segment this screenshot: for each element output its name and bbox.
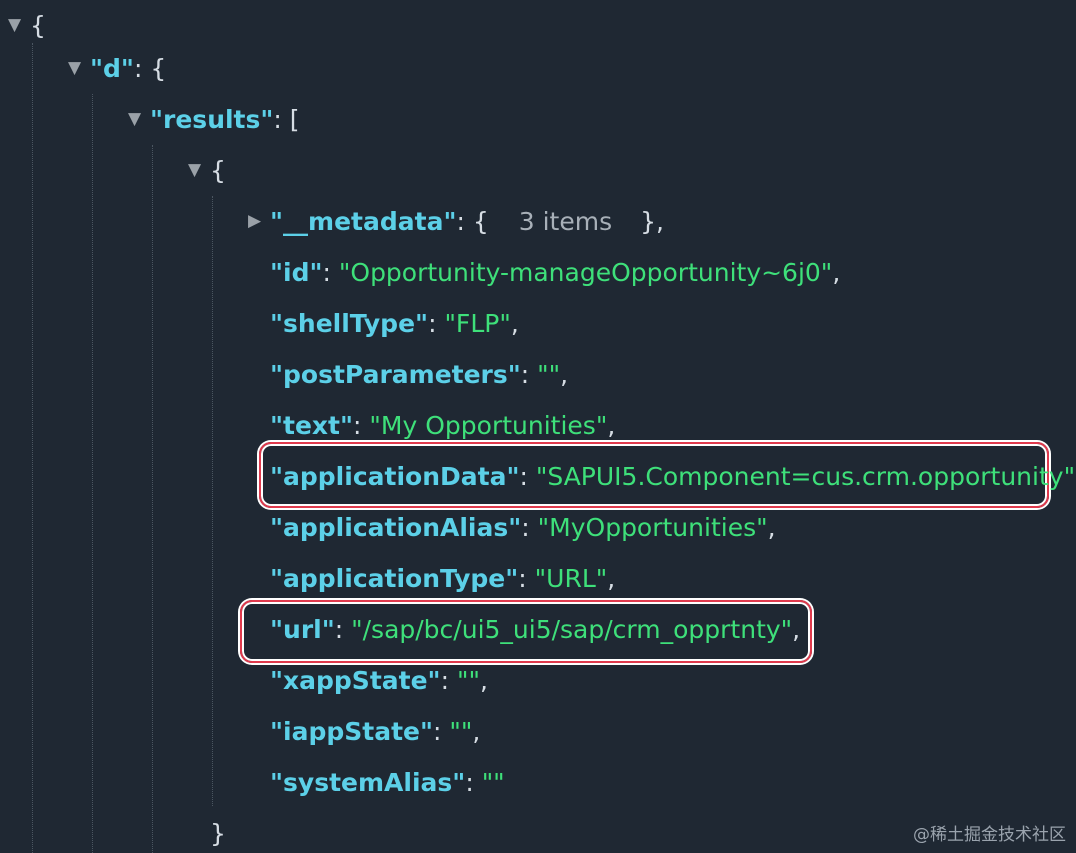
indent-guide [152, 145, 153, 853]
caret-down-icon[interactable]: ▼ [68, 43, 90, 94]
tree-node-item[interactable]: ▼{ [188, 145, 226, 196]
tree-node-root[interactable]: ▼{ [8, 0, 46, 51]
comma: , [607, 411, 616, 440]
tree-node-d[interactable]: ▼ "d": { [68, 43, 166, 94]
json-field-url: "url": "/sap/bc/ui5_ui5/sap/crm_opprtnty… [270, 604, 800, 655]
json-value: "" [449, 717, 473, 746]
separator: : [428, 309, 445, 338]
indent-guide [32, 43, 33, 853]
json-field-applicationalias: "applicationAlias": "MyOpportunities", [270, 502, 776, 553]
json-value: "FLP" [444, 309, 511, 338]
json-key: "id" [270, 258, 323, 287]
json-value: "" [481, 768, 505, 797]
separator: : [456, 207, 473, 236]
separator: : [353, 411, 370, 440]
brace-open: { [30, 11, 46, 40]
json-key: "iappState" [270, 717, 434, 746]
separator: : [334, 615, 352, 644]
json-field-id: "id": "Opportunity-manageOpportunity~6j0… [270, 247, 840, 298]
collapsed-count[interactable]: 3 items [489, 207, 640, 236]
separator: : [520, 360, 538, 389]
tree-node-results[interactable]: ▼ "results": [ [128, 94, 300, 145]
comma: , [560, 360, 569, 389]
separator: : [519, 462, 536, 491]
json-field-iappstate: "iappState": "", [270, 706, 480, 757]
json-key: "url" [270, 615, 335, 644]
json-key: "shellType" [270, 309, 429, 338]
json-value: "" [456, 666, 480, 695]
json-field-text: "text": "My Opportunities", [270, 400, 615, 451]
json-key: "d" [90, 54, 134, 83]
json-key: "applicationType" [270, 564, 519, 593]
json-field-systemalias: "systemAlias": "" [270, 757, 505, 808]
json-value: "/sap/bc/ui5_ui5/sap/crm_opprtnty" [351, 615, 793, 644]
comma: , [767, 513, 776, 542]
comma: , [510, 309, 519, 338]
comma: , [832, 258, 841, 287]
watermark: @稀土掘金技术社区 [913, 825, 1066, 845]
json-field-applicationtype: "applicationType": "URL", [270, 553, 615, 604]
json-key: "applicationAlias" [270, 513, 522, 542]
bracket-open: [ [289, 105, 300, 134]
json-key: "text" [270, 411, 354, 440]
separator: : [440, 666, 457, 695]
separator: : [433, 717, 450, 746]
json-value: "" [537, 360, 561, 389]
json-field-applicationdata: "applicationData": "SAPUI5.Component=cus… [270, 451, 1076, 502]
separator: : [133, 54, 151, 83]
caret-right-icon[interactable]: ▶ [248, 196, 270, 247]
brace-open: { [210, 156, 226, 185]
comma: , [792, 615, 801, 644]
brace-open: { [150, 54, 167, 83]
caret-down-icon[interactable]: ▼ [188, 145, 210, 196]
json-key: "xappState" [270, 666, 441, 695]
separator: : [322, 258, 339, 287]
json-key: "postParameters" [270, 360, 521, 389]
json-value: "URL" [534, 564, 608, 593]
json-key: "systemAlias" [270, 768, 466, 797]
comma: , [472, 717, 481, 746]
json-field-shelltype: "shellType": "FLP", [270, 298, 519, 349]
separator: : [273, 105, 290, 134]
indent-guide [212, 196, 213, 806]
comma: , [607, 564, 616, 593]
json-value: "MyOpportunities" [537, 513, 768, 542]
brace-close: } [210, 819, 226, 848]
comma: , [479, 666, 488, 695]
brace-close: }, [640, 207, 664, 236]
indent-guide [92, 94, 93, 853]
json-value: "Opportunity-manageOpportunity~6j0" [338, 258, 833, 287]
caret-down-icon[interactable]: ▼ [8, 0, 30, 51]
json-field-postparameters: "postParameters": "", [270, 349, 568, 400]
caret-down-icon[interactable]: ▼ [128, 94, 150, 145]
separator: : [521, 513, 538, 542]
separator: : [518, 564, 535, 593]
json-key: "results" [150, 105, 274, 134]
brace-open: { [472, 207, 489, 236]
tree-node-item-close: } [210, 808, 226, 853]
json-viewer: ▼{ ▼ "d": { ▼ "results": [ ▼{ ▶ "__metadata… [0, 0, 1076, 853]
tree-node-metadata[interactable]: ▶ "__metadata": {3 items}, [248, 196, 664, 247]
json-key: "__metadata" [270, 207, 457, 236]
json-value: "My Opportunities" [369, 411, 608, 440]
json-key: "applicationData" [270, 462, 520, 491]
separator: : [465, 768, 482, 797]
json-field-xappstate: "xappState": "", [270, 655, 488, 706]
json-value: "SAPUI5.Component=cus.crm.opportunity" [535, 462, 1076, 491]
